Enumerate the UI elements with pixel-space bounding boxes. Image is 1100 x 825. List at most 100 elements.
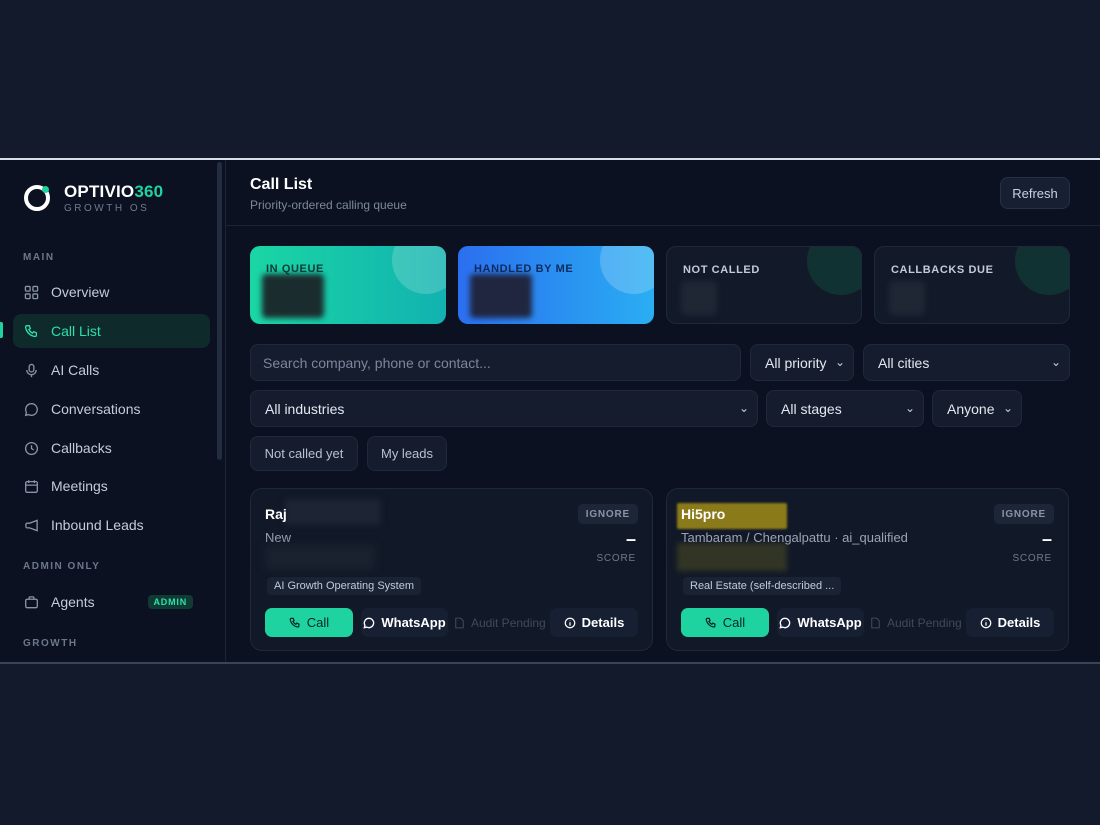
sidebar-item-inbound-leads[interactable]: Inbound Leads xyxy=(13,508,210,542)
calendar-icon xyxy=(23,478,39,494)
chat-icon xyxy=(779,617,791,629)
sidebar-item-callbacks[interactable]: Callbacks xyxy=(13,431,210,465)
sidebar-item-agents[interactable]: Agents ADMIN xyxy=(13,585,210,619)
stat-label: IN QUEUE xyxy=(266,263,324,275)
stat-card-callbacks-due: CALLBACKS DUE xyxy=(874,246,1070,324)
assignee-select-value: Anyone xyxy=(947,400,995,417)
grid-icon xyxy=(23,284,39,300)
whatsapp-button[interactable]: WhatsApp xyxy=(777,608,864,637)
chevron-down-icon: ⌄ xyxy=(904,401,915,415)
call-button[interactable]: Call xyxy=(265,608,353,637)
redacted-value xyxy=(889,281,925,315)
stat-label: HANDLED BY ME xyxy=(474,263,574,275)
phone-icon xyxy=(23,323,39,339)
sidebar-scrollbar[interactable] xyxy=(217,162,222,460)
priority-select[interactable]: All priority ⌄ xyxy=(750,344,854,381)
chevron-down-icon: ⌄ xyxy=(738,401,749,415)
brand-tagline: GROWTH OS xyxy=(64,203,150,214)
document-icon xyxy=(870,617,881,629)
call-button-label: Call xyxy=(306,615,330,630)
briefcase-icon xyxy=(23,594,39,610)
microphone-icon xyxy=(23,362,39,378)
lead-meta: New xyxy=(265,530,292,545)
lead-meta: Tambaram / Chengalpattu · ai_qualified xyxy=(681,530,908,545)
nav-section-main: MAIN xyxy=(23,252,55,263)
stat-label: CALLBACKS DUE xyxy=(891,264,994,276)
details-button[interactable]: Details xyxy=(966,608,1054,637)
decorative-circle xyxy=(807,247,861,295)
main-content: Call List Priority-ordered calling queue… xyxy=(226,160,1100,662)
document-icon xyxy=(454,617,465,629)
lead-card[interactable]: Hi5pro Tambaram / Chengalpattu · ai_qual… xyxy=(666,488,1069,651)
info-icon xyxy=(564,617,576,629)
stat-card-not-called: NOT CALLED xyxy=(666,246,862,324)
decorative-circle xyxy=(392,246,446,294)
stage-select[interactable]: All stages ⌄ xyxy=(766,390,924,427)
sidebar-item-call-list[interactable]: Call List xyxy=(13,314,210,348)
redacted-value xyxy=(681,281,717,315)
lead-card[interactable]: Raj New AI Growth Operating System IGNOR… xyxy=(250,488,653,651)
brand-name: OPTIVIO360 xyxy=(64,182,164,201)
stat-label: NOT CALLED xyxy=(683,264,760,276)
priority-select-value: All priority xyxy=(765,354,827,371)
stat-card-in-queue: IN QUEUE xyxy=(250,246,446,324)
page-subtitle: Priority-ordered calling queue xyxy=(250,198,407,212)
search-input[interactable]: Search company, phone or contact... xyxy=(250,344,741,381)
decorative-circle xyxy=(1015,247,1069,295)
audit-pending-label: Audit Pending xyxy=(471,615,546,630)
redacted-value xyxy=(262,274,324,318)
whatsapp-button[interactable]: WhatsApp xyxy=(361,608,448,637)
sidebar-item-label: Call List xyxy=(51,323,101,339)
whatsapp-button-label: WhatsApp xyxy=(797,615,862,630)
score-label: SCORE xyxy=(1012,553,1052,564)
city-select[interactable]: All cities ⌄ xyxy=(863,344,1070,381)
ignore-button[interactable]: IGNORE xyxy=(577,504,638,524)
chevron-down-icon: ⌄ xyxy=(834,355,845,369)
lead-score: – xyxy=(625,529,636,549)
refresh-button[interactable]: Refresh xyxy=(1000,177,1070,209)
audit-pending-label: Audit Pending xyxy=(887,615,962,630)
sidebar-item-ai-calls[interactable]: AI Calls xyxy=(13,353,210,387)
redacted-details xyxy=(677,543,787,571)
industry-select-value: All industries xyxy=(265,400,345,417)
sidebar-item-label: Conversations xyxy=(51,401,141,417)
phone-icon xyxy=(705,617,717,629)
sidebar-item-label: Callbacks xyxy=(51,440,112,456)
filter-chip-not-called-yet[interactable]: Not called yet xyxy=(250,436,358,471)
sidebar-item-label: Overview xyxy=(51,284,110,300)
redacted-name xyxy=(285,499,381,525)
ignore-button[interactable]: IGNORE xyxy=(993,504,1054,524)
brand-logo[interactable]: OPTIVIO360 GROWTH OS xyxy=(24,182,163,214)
decorative-circle xyxy=(600,246,654,294)
phone-icon xyxy=(289,617,301,629)
sidebar-item-label: Inbound Leads xyxy=(51,517,144,533)
sidebar-item-meetings[interactable]: Meetings xyxy=(13,469,210,503)
lead-score: – xyxy=(1041,529,1052,549)
clock-icon xyxy=(23,440,39,456)
redacted-details xyxy=(265,545,375,569)
sidebar-item-conversations[interactable]: Conversations xyxy=(13,392,210,426)
details-button-label: Details xyxy=(581,615,625,630)
sidebar-item-label: AI Calls xyxy=(51,362,100,378)
call-button[interactable]: Call xyxy=(681,608,769,637)
details-button[interactable]: Details xyxy=(550,608,638,637)
info-icon xyxy=(980,617,992,629)
call-button-label: Call xyxy=(722,615,746,630)
filter-chip-my-leads[interactable]: My leads xyxy=(367,436,447,471)
industry-select[interactable]: All industries ⌄ xyxy=(250,390,758,427)
sidebar-item-overview[interactable]: Overview xyxy=(13,275,210,309)
lead-name: Hi5pro xyxy=(681,506,726,522)
page-header: Call List Priority-ordered calling queue… xyxy=(226,160,1100,226)
redacted-value xyxy=(470,274,532,318)
details-button-label: Details xyxy=(997,615,1041,630)
active-indicator xyxy=(0,322,3,338)
chevron-down-icon: ⌄ xyxy=(1050,355,1061,369)
assignee-select[interactable]: Anyone ⌄ xyxy=(932,390,1022,427)
page-title: Call List xyxy=(250,176,313,193)
score-label: SCORE xyxy=(596,553,636,564)
stage-select-value: All stages xyxy=(781,400,842,417)
logo-icon xyxy=(24,185,50,211)
sidebar-item-label: Agents xyxy=(51,594,95,610)
chat-icon xyxy=(23,401,39,417)
lead-name: Raj xyxy=(265,506,287,522)
